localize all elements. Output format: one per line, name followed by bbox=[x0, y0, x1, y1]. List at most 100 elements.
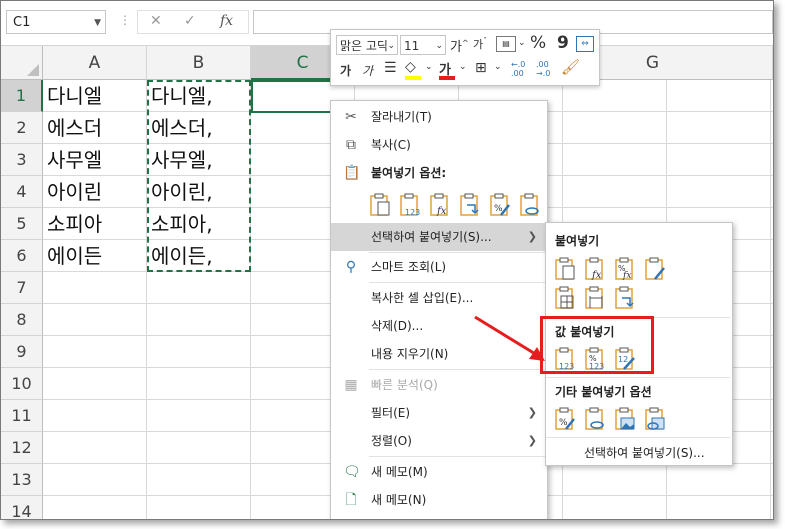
menu-item-sort[interactable]: 정렬(O) ❯ bbox=[331, 427, 545, 455]
mini-toolbar: 맑은 고딕 ⌄ 11 ⌄ 가^ 가ˇ ▤ ⌄ % 9 ⇔ 가 가 ☰ ◇ ⌄ 가… bbox=[330, 29, 600, 86]
cell-a2[interactable]: 에스더 bbox=[43, 112, 102, 144]
font-name-value: 맑은 고딕 bbox=[340, 39, 388, 53]
paste-transpose-icon[interactable] bbox=[459, 193, 481, 217]
paste-values-icon[interactable]: 123 bbox=[399, 193, 421, 217]
submenu-other-header: 기타 붙여넣기 옵션 bbox=[555, 385, 652, 399]
borders-icon[interactable]: ⊞ bbox=[475, 60, 487, 76]
cell-a1[interactable]: 다니엘 bbox=[43, 80, 102, 112]
paste-column-widths-icon[interactable] bbox=[584, 286, 606, 310]
row-header-4[interactable]: 4 bbox=[1, 176, 43, 208]
row-header-12[interactable]: 12 bbox=[1, 432, 43, 464]
menu-item-filter[interactable]: 필터(E) ❯ bbox=[331, 399, 545, 427]
italic-icon[interactable]: 가 bbox=[362, 62, 373, 79]
svg-text:fx: fx bbox=[591, 270, 602, 281]
format-painter-icon[interactable]: 🖌 bbox=[561, 58, 580, 76]
chevron-down-icon[interactable]: ⌄ bbox=[387, 36, 395, 56]
function-icon[interactable]: fx bbox=[220, 13, 233, 29]
quick-analysis-icon: ▦ bbox=[344, 377, 358, 393]
select-all-corner[interactable] bbox=[1, 46, 43, 80]
cell-a5[interactable]: 소피아 bbox=[43, 208, 102, 240]
excel-window: C1 ▼ ⋮ ✕ ✓ fx A B C F G 1 2 3 4 5 6 7 8 … bbox=[0, 0, 774, 520]
chevron-right-icon: ❯ bbox=[527, 434, 537, 447]
accounting-format-icon[interactable]: ▤ bbox=[496, 36, 516, 52]
font-size-combo[interactable]: 11 ⌄ bbox=[400, 35, 446, 55]
row-header-11[interactable]: 11 bbox=[1, 400, 43, 432]
menu-item-new-memo-m[interactable]: 🗨 새 메모(M) bbox=[331, 458, 545, 486]
row-header-10[interactable]: 10 bbox=[1, 368, 43, 400]
row-header-8[interactable]: 8 bbox=[1, 304, 43, 336]
menu-item-smart-lookup[interactable]: ⚲ 스마트 조회(L) bbox=[331, 253, 545, 281]
column-header-a[interactable]: A bbox=[43, 46, 147, 80]
annotation-highlight-box bbox=[540, 316, 654, 374]
row-header-7[interactable]: 7 bbox=[1, 272, 43, 304]
menu-item-new-memo-n[interactable]: 🗋 새 메모(N) bbox=[331, 486, 545, 514]
paste-picture-icon[interactable] bbox=[614, 407, 636, 431]
new-comment-icon: 🗨 bbox=[343, 464, 361, 480]
row-header-2[interactable]: 2 bbox=[1, 112, 43, 144]
paste-transpose-icon[interactable] bbox=[614, 286, 636, 310]
paste-formulas-icon[interactable]: fx bbox=[429, 193, 451, 217]
paste-link-icon[interactable] bbox=[519, 193, 541, 217]
drag-handle-icon[interactable]: ⋮ bbox=[119, 13, 132, 27]
svg-text:fx: fx bbox=[436, 206, 447, 217]
bold-icon[interactable]: 가 bbox=[340, 62, 351, 79]
menu-item-copy[interactable]: ⧉ 복사(C) bbox=[331, 131, 545, 159]
chevron-down-icon[interactable]: ⌄ bbox=[425, 62, 433, 72]
increase-decimal-icon[interactable]: ←.0.00 bbox=[511, 60, 525, 78]
paste-linked-picture-icon[interactable] bbox=[644, 407, 666, 431]
chevron-down-icon[interactable]: ⌄ bbox=[435, 36, 443, 56]
chevron-down-icon[interactable]: ⌄ bbox=[518, 38, 526, 48]
chevron-down-icon[interactable]: ⌄ bbox=[459, 62, 467, 72]
paste-formatting-icon[interactable]: % bbox=[489, 193, 511, 217]
copy-marquee bbox=[147, 80, 251, 272]
chevron-right-icon: ❯ bbox=[527, 230, 537, 243]
increase-font-icon[interactable]: 가^ bbox=[450, 36, 469, 55]
svg-text:fx: fx bbox=[622, 271, 631, 281]
cell-a6[interactable]: 에이든 bbox=[43, 240, 102, 272]
clipboard-icon: 📋 bbox=[343, 165, 361, 181]
paste-no-borders-icon[interactable] bbox=[554, 286, 576, 310]
percent-icon[interactable]: % bbox=[530, 33, 546, 53]
submenu-paste-header: 붙여넣기 bbox=[555, 234, 600, 248]
menu-paste-options-header: 📋 붙여넣기 옵션: bbox=[343, 165, 447, 181]
cancel-icon[interactable]: ✕ bbox=[150, 13, 162, 29]
cell-a4[interactable]: 아이린 bbox=[43, 176, 102, 208]
format-cells-icon[interactable]: ⇔ bbox=[576, 36, 594, 52]
decrease-font-icon[interactable]: 가ˇ bbox=[473, 36, 487, 52]
paste-link-icon[interactable] bbox=[584, 407, 606, 431]
chevron-down-icon[interactable]: ⌄ bbox=[494, 62, 502, 72]
menu-item-cut[interactable]: ✂ 잘라내기(T) bbox=[331, 103, 545, 131]
row-header-14[interactable]: 14 bbox=[1, 496, 43, 519]
row-header-9[interactable]: 9 bbox=[1, 336, 43, 368]
scissors-icon: ✂ bbox=[345, 109, 357, 125]
fill-color-icon[interactable]: ◇ bbox=[405, 59, 421, 80]
paste-keep-source-icon[interactable] bbox=[644, 257, 666, 281]
chevron-right-icon: ❯ bbox=[527, 406, 537, 419]
menu-item-insert-copied[interactable]: 복사한 셀 삽입(E)... bbox=[331, 284, 545, 312]
name-box-value: C1 bbox=[13, 15, 31, 30]
chevron-down-icon[interactable]: ▼ bbox=[94, 11, 101, 35]
font-name-combo[interactable]: 맑은 고딕 ⌄ bbox=[336, 35, 398, 55]
confirm-icon[interactable]: ✓ bbox=[184, 13, 196, 29]
row-header-6[interactable]: 6 bbox=[1, 240, 43, 272]
paste-formulas-number-format-icon[interactable]: % fx bbox=[614, 257, 636, 281]
align-center-icon[interactable]: ☰ bbox=[384, 60, 397, 76]
paste-formatting-icon[interactable]: % bbox=[554, 407, 576, 431]
submenu-paste-special-link[interactable]: 선택하여 붙여넣기(S)... bbox=[584, 444, 705, 461]
svg-text:123: 123 bbox=[405, 208, 420, 217]
row-header-3[interactable]: 3 bbox=[1, 144, 43, 176]
paste-icon[interactable] bbox=[369, 193, 391, 217]
comma-style-icon[interactable]: 9 bbox=[557, 33, 569, 53]
column-header-b[interactable]: B bbox=[147, 46, 251, 80]
row-header-1[interactable]: 1 bbox=[1, 80, 43, 112]
menu-item-paste-special[interactable]: 선택하여 붙여넣기(S)... ❯ bbox=[331, 223, 545, 251]
decrease-decimal-icon[interactable]: .00 →.0 bbox=[536, 60, 550, 78]
cell-a3[interactable]: 사무엘 bbox=[43, 144, 102, 176]
name-box[interactable]: C1 ▼ bbox=[6, 10, 106, 34]
row-header-5[interactable]: 5 bbox=[1, 208, 43, 240]
paste-formulas-icon[interactable]: fx bbox=[584, 257, 606, 281]
font-color-icon[interactable]: 가 bbox=[439, 59, 455, 80]
paste-icon[interactable] bbox=[554, 257, 576, 281]
formula-buttons: ✕ ✓ fx bbox=[137, 10, 249, 34]
row-header-13[interactable]: 13 bbox=[1, 464, 43, 496]
